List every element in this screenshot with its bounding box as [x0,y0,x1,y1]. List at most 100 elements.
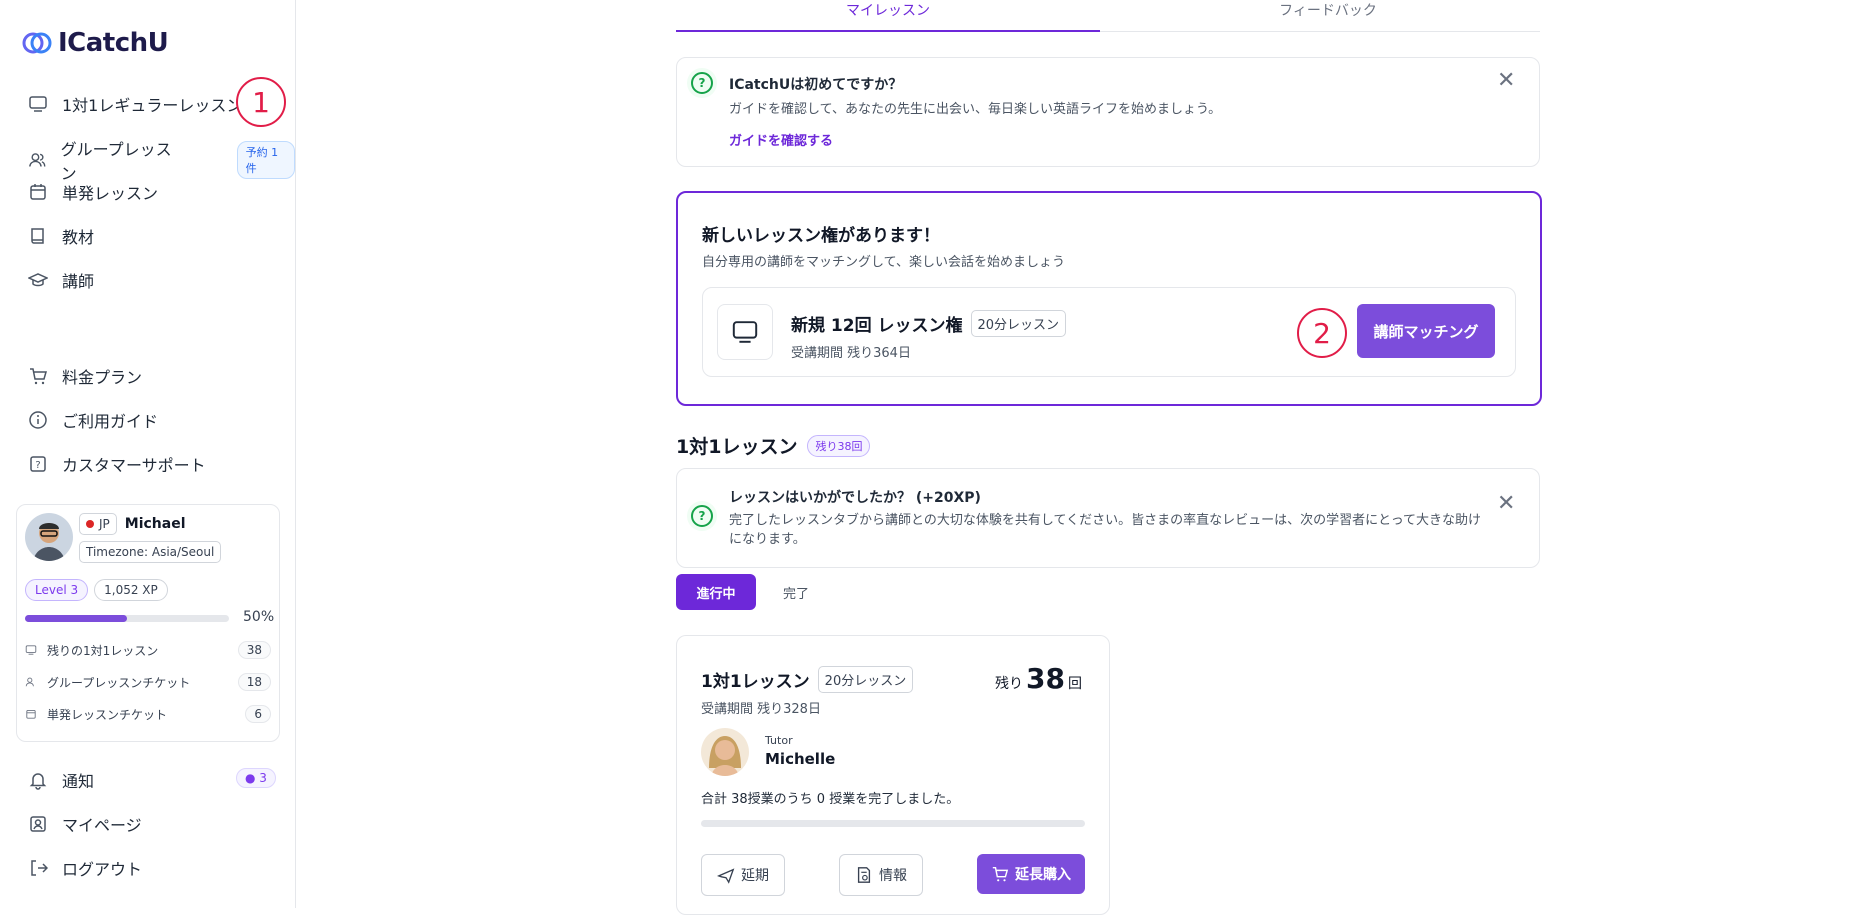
users-icon [25,677,34,687]
sidebar: ICatchU 1対1レギュラーレッスン グループレッスン 予約 1件 単発レッ… [0,0,296,908]
bell-icon [29,773,47,790]
app-name: ICatchU [58,28,169,58]
close-icon[interactable]: ✕ [1497,68,1515,93]
sidebar-item-logout[interactable]: ログアウト [28,856,142,880]
pack-title: 新規 12回 レッスン権 [791,316,963,336]
new-lesson-title: 新しいレッスン権があります！ [702,226,940,246]
ticket-count: 38 [237,641,271,659]
guide-link[interactable]: ガイドを確認する [729,130,833,149]
remaining-badge: 残り38回 [807,434,871,457]
new-lesson-subtitle: 自分専用の講師をマッチングして、楽しい会話を始めましょう [702,255,1065,270]
ticket-row-single: 単発レッスンチケット 6 [25,705,271,723]
extend-purchase-button[interactable]: 延長購入 [977,854,1085,894]
country-code: JP [99,517,110,531]
review-title: レッスンはいかがでしたか？ (+20XP) [729,490,981,506]
button-label: 延長購入 [1015,867,1071,883]
xp-progress-bar [25,615,229,622]
lesson-period: 受講期間 残り328日 [701,702,821,717]
tutor-label: Tutor [765,734,793,747]
tutor-avatar[interactable] [701,728,749,776]
pack-period: 受講期間 残り364日 [791,346,911,361]
sidebar-item-regular-lesson[interactable]: 1対1レギュラーレッスン [28,92,242,116]
lesson-tabs: マイレッスン フィードバック [676,0,1540,32]
sidebar-item-pricing[interactable]: 料金プラン [28,364,142,388]
timezone-chip: Timezone: Asia/Seoul [79,541,222,563]
xp-badge: 1,052 XP [94,579,168,601]
sidebar-item-mypage[interactable]: マイページ [28,812,142,836]
ticket-label: 残りの1対1レッスン [47,643,159,658]
ticket-count: 18 [237,673,271,691]
remaining-prefix: 残り [995,676,1023,692]
pack-title-row: 新規 12回 レッスン権 20分レッスン [791,310,1067,337]
pack-duration-tag: 20分レッスン [970,310,1067,337]
sidebar-item-notifications[interactable]: 通知 [28,768,94,792]
ticket-label: グループレッスンチケット [47,675,191,690]
sidebar-item-label: 料金プラン [62,368,143,387]
filter-in-progress[interactable]: 進行中 [676,574,756,610]
sidebar-item-guide[interactable]: ご利用ガイド [28,408,158,432]
question-icon: ? [687,68,717,98]
sidebar-item-label: 講師 [62,272,95,291]
ticket-count: 6 [245,705,271,723]
info-button[interactable]: 情報 [839,854,923,896]
user-square-icon [30,816,46,832]
lesson-card-header: 1対1レッスン 20分レッスン [701,666,914,693]
avatar[interactable] [25,513,73,561]
app-logo[interactable]: ICatchU [22,28,169,58]
svg-text:?: ? [35,460,40,471]
sidebar-item-single-lesson[interactable]: 単発レッスン [28,180,158,204]
reservation-badge: 予約 1件 [236,141,295,179]
welcome-card: ? ICatchUは初めてですか？ ガイドを確認して、あなたの先生に出会い、毎日… [676,57,1540,167]
book-icon [31,228,44,244]
sidebar-item-support[interactable]: ? カスタマーサポート [28,452,206,476]
sidebar-item-group-lesson[interactable]: グループレッスン 予約 1件 [28,136,295,184]
level-badge: Level 3 [25,579,89,601]
section-header-one-on-one: 1対1レッスン 残り38回 [676,432,871,459]
level-row: Level 3 1,052 XP [25,579,168,601]
annotation-marker-1: 1 [236,77,286,127]
notification-count: 3 [259,771,267,785]
sidebar-item-materials[interactable]: 教材 [28,224,94,248]
lesson-progress-bar [701,820,1085,827]
sidebar-item-label: 単発レッスン [62,184,159,203]
close-icon[interactable]: ✕ [1497,491,1515,516]
tab-my-lessons[interactable]: マイレッスン [676,0,1100,32]
logout-icon [31,860,48,876]
notification-count-badge: ● 3 [236,768,276,788]
lesson-summary: 合計 38授業のうち 0 授業を完了しました。 [701,792,960,807]
logo-icon [22,32,52,54]
ticket-row-group: グループレッスンチケット 18 [25,673,271,691]
country-chip: JP [79,513,117,535]
sidebar-item-label: 1対1レギュラーレッスン [62,96,243,115]
flag-icon [86,520,94,528]
xp-progress-fill [25,615,127,622]
graduation-cap-icon [28,273,48,287]
monitor-icon [717,304,773,360]
question-icon: ? [687,501,717,531]
remaining-count: 38 [1026,662,1065,695]
review-card: ? レッスンはいかがでしたか？ (+20XP) 完了したレッスンタブから講師との… [676,468,1540,568]
sidebar-item-label: ログアウト [62,860,143,879]
tutor-name[interactable]: Michelle [765,750,835,768]
postpone-button[interactable]: 延期 [701,854,785,896]
monitor-icon [29,96,47,112]
profile-name: Michael [124,516,186,532]
review-body: 完了したレッスンタブから講師との大切な体験を共有してください。皆さまの率直なレビ… [729,513,1482,547]
sidebar-item-label: ご利用ガイド [62,412,159,431]
lesson-pack-row: 新規 12回 レッスン権 20分レッスン 受講期間 残り364日 講師マッチング [702,287,1516,377]
button-label: 情報 [879,868,907,884]
annotation-marker-2: 2 [1297,308,1347,358]
profile-header: JP Michael [79,513,186,535]
sidebar-item-tutors[interactable]: 講師 [28,268,94,292]
users-icon [29,153,46,167]
cart-icon [30,368,47,385]
button-label: 延期 [741,868,769,884]
filter-completed[interactable]: 完了 [770,574,822,610]
remaining-counter: 残り 38 回 [995,662,1082,695]
tutor-matching-button[interactable]: 講師マッチング [1357,304,1495,358]
sidebar-item-label: 通知 [62,772,95,791]
tab-feedback[interactable]: フィードバック [1116,0,1540,30]
document-search-icon [857,867,871,883]
lesson-card: 1対1レッスン 20分レッスン 残り 38 回 受講期間 残り328日 Tuto… [676,635,1110,915]
calendar-icon [26,709,36,719]
